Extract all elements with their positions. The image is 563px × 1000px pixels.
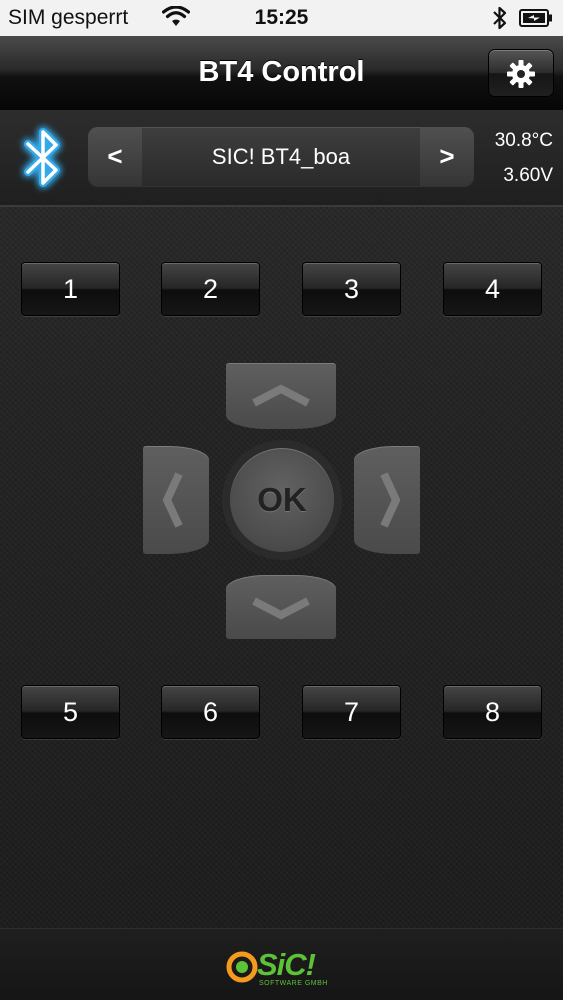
navigation-bar: BT4 Control	[0, 36, 563, 111]
battery-charging-icon	[519, 9, 552, 27]
direction-pad: OK	[142, 360, 422, 640]
footer: SiC! SOFTWARE GMBH	[0, 928, 563, 1000]
brand-tagline: SOFTWARE GMBH	[259, 980, 328, 987]
page-title: BT4 Control	[198, 56, 365, 88]
brand-logo: SiC! SOFTWARE GMBH	[226, 947, 338, 993]
number-button-4[interactable]: 4	[443, 262, 542, 316]
settings-button[interactable]	[488, 49, 554, 97]
status-bar: SIM gesperrt 15:25	[0, 0, 563, 36]
prev-device-button[interactable]: <	[88, 127, 142, 186]
up-button[interactable]	[226, 363, 336, 429]
clock: 15:25	[254, 6, 309, 29]
temperature-readout: 30.8°C	[494, 130, 553, 151]
chevron-right-icon	[380, 472, 401, 528]
number-button-7[interactable]: 7	[302, 685, 401, 739]
number-button-6[interactable]: 6	[161, 685, 260, 739]
left-button[interactable]	[143, 446, 209, 554]
device-name: SIC! BT4_boa	[211, 144, 351, 169]
voltage-readout: 3.60V	[503, 165, 553, 186]
number-button-5[interactable]: 5	[21, 685, 120, 739]
device-selector: < SIC! BT4_boa >	[88, 127, 474, 186]
ok-button[interactable]: OK	[230, 448, 334, 552]
chevron-down-icon	[252, 597, 310, 620]
chevron-left-icon	[162, 472, 183, 528]
device-bar: < SIC! BT4_boa > 30.8°C 3.60V	[0, 110, 563, 207]
bluetooth-status-icon	[493, 6, 507, 30]
app-screen: SIM gesperrt 15:25 BT4 Control < SIC! BT…	[0, 0, 563, 1000]
next-device-button[interactable]: >	[420, 127, 474, 186]
chevron-up-icon	[252, 384, 310, 407]
bluetooth-glow-icon	[24, 128, 60, 187]
number-button-3[interactable]: 3	[302, 262, 401, 316]
right-button[interactable]	[354, 446, 420, 554]
down-button[interactable]	[226, 575, 336, 639]
number-button-2[interactable]: 2	[161, 262, 260, 316]
brand-name: SiC!	[257, 947, 316, 982]
number-button-8[interactable]: 8	[443, 685, 542, 739]
number-button-1[interactable]: 1	[21, 262, 120, 316]
sic-logo-icon	[226, 951, 258, 983]
gear-icon	[507, 60, 535, 88]
